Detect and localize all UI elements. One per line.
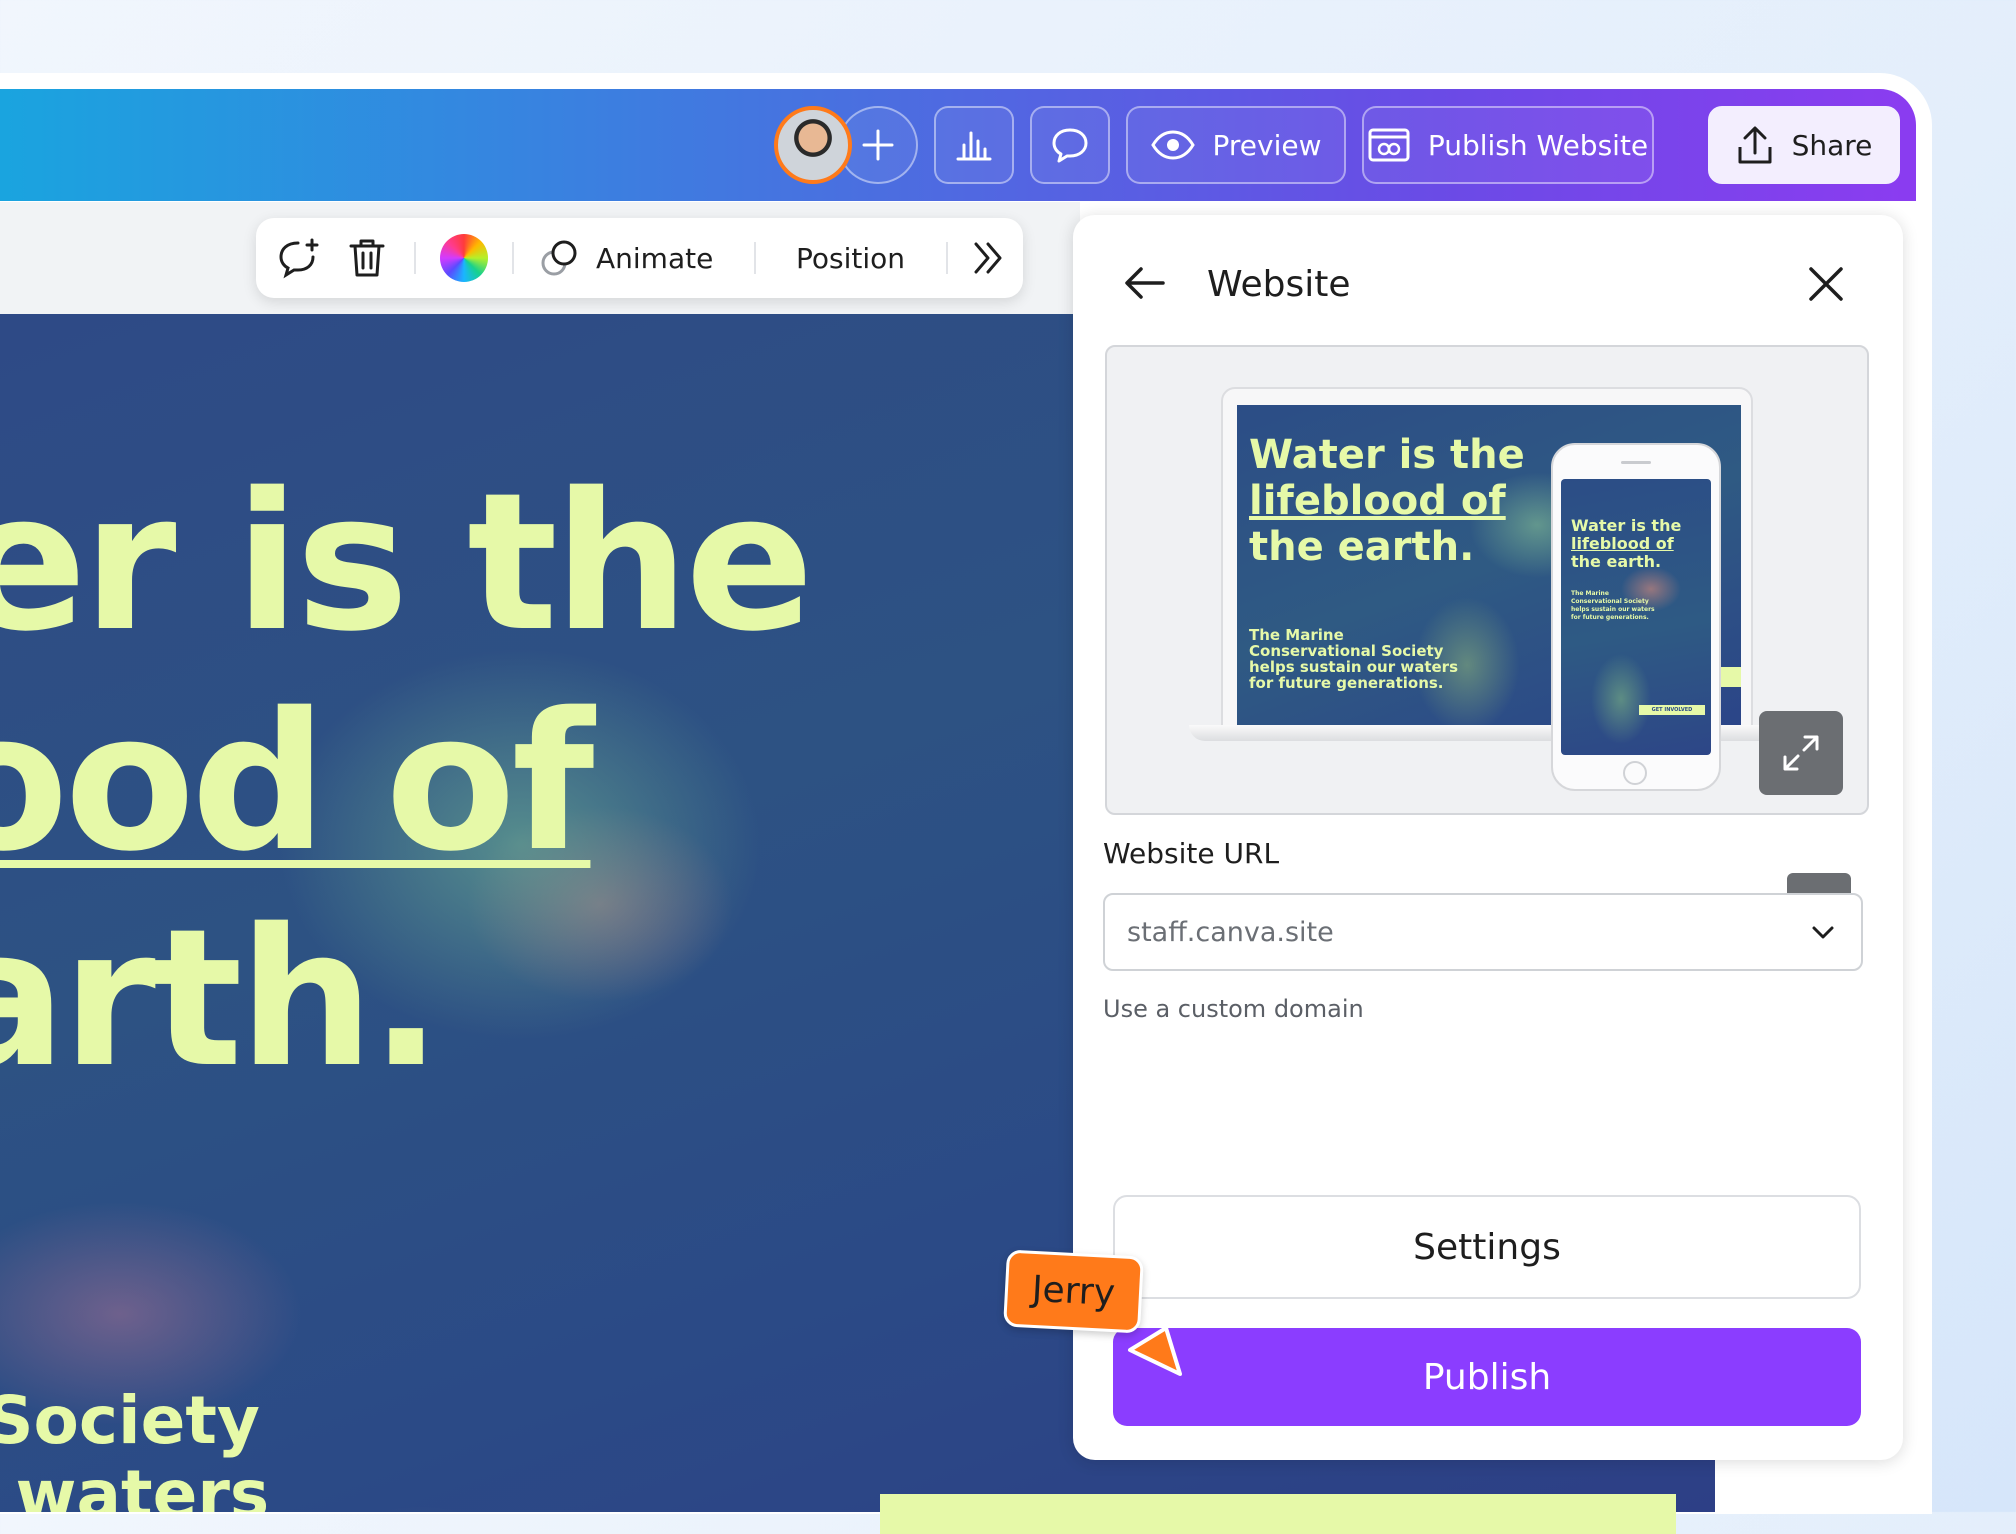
publish-website-label: Publish Website [1427, 128, 1649, 162]
website-url-dropdown[interactable]: staff.canva.site [1103, 893, 1863, 971]
hero-line-1: er is the [0, 452, 814, 673]
url-tooltip-tab [1787, 873, 1851, 893]
expand-icon [1783, 735, 1819, 771]
phone-body-line-1: The Marine [1571, 590, 1609, 597]
comment-add-icon [279, 238, 319, 279]
comment-button[interactable] [1030, 106, 1110, 184]
color-wheel-icon [440, 234, 488, 282]
publish-website-button[interactable]: Publish Website [1362, 106, 1654, 184]
hero-line-3: arth. [0, 888, 442, 1109]
delete-button[interactable] [348, 237, 386, 279]
close-button[interactable] [1807, 265, 1845, 307]
collaborator-cursor-name: Jerry [1030, 1268, 1117, 1315]
publish-button[interactable]: Publish [1113, 1328, 1861, 1426]
toolbar-divider [946, 242, 948, 274]
canvas-button-shape [880, 1494, 1676, 1534]
back-button[interactable] [1123, 265, 1167, 305]
position-label: Position [796, 241, 906, 275]
phone-speaker [1621, 461, 1651, 464]
animate-button[interactable]: Animate [538, 237, 713, 279]
phone-screen: Water is the lifeblood of the earth. The… [1561, 479, 1711, 755]
plus-icon [862, 129, 894, 161]
eye-icon [1150, 130, 1195, 160]
subtitle-line-2: r waters [0, 1456, 270, 1513]
share-button[interactable]: Share [1708, 106, 1900, 184]
phone-cta: GET INVOLVED [1639, 705, 1705, 715]
close-icon [1809, 267, 1843, 301]
upload-icon [1738, 126, 1772, 164]
add-comment-button[interactable] [276, 237, 320, 279]
toolbar-divider [414, 242, 416, 274]
collaborator-cursor-label: Jerry [1003, 1249, 1144, 1334]
laptop-title-line-3: the earth. [1249, 524, 1475, 570]
laptop-title-line-2: lifeblood of [1249, 478, 1506, 524]
expand-preview-button[interactable] [1759, 711, 1843, 795]
phone-home-button [1623, 761, 1647, 785]
laptop-body-line-4: for future generations. [1249, 674, 1444, 692]
element-toolbar: Animate Position [256, 218, 1023, 298]
hero-line-2: ood of [0, 672, 594, 893]
arrow-left-icon [1125, 267, 1165, 299]
phone-title-line-2: lifeblood of [1571, 534, 1674, 553]
share-label: Share [1791, 128, 1873, 162]
trash-icon [349, 239, 385, 277]
position-button[interactable]: Position [796, 242, 905, 275]
bar-chart-icon [956, 131, 992, 161]
toolbar-divider [754, 242, 756, 274]
color-picker-button[interactable] [440, 234, 488, 282]
collaborator-avatar[interactable] [774, 106, 852, 184]
website-panel: Website Water is the lifeblood of the ea… [1073, 215, 1903, 1460]
custom-domain-link[interactable]: Use a custom domain [1103, 995, 1364, 1023]
phone-body-line-3: helps sustain our waters [1571, 606, 1655, 613]
website-preview: Water is the lifeblood of the earth. The… [1105, 345, 1869, 815]
settings-button[interactable]: Settings [1113, 1195, 1861, 1299]
double-chevron-right-icon [974, 242, 1002, 274]
settings-label: Settings [1413, 1226, 1561, 1268]
phone-body-line-2: Conservational Society [1571, 598, 1649, 605]
website-url-label: Website URL [1103, 837, 1280, 870]
more-options-button[interactable] [972, 240, 1006, 276]
phone-title-line-1: Water is the [1571, 516, 1682, 535]
phone-cta-label: GET INVOLVED [1651, 707, 1693, 713]
url-value: staff.canva.site [1127, 916, 1334, 948]
website-link-icon [1368, 128, 1410, 162]
publish-label: Publish [1422, 1356, 1552, 1398]
insights-button[interactable] [934, 106, 1014, 184]
phone-title-line-3: the earth. [1571, 552, 1662, 571]
phone-body-line-4: for future generations. [1571, 614, 1649, 621]
animate-icon [541, 240, 577, 276]
phone-mockup: Water is the lifeblood of the earth. The… [1551, 443, 1721, 791]
preview-label: Preview [1212, 128, 1322, 162]
chevron-down-icon [1812, 926, 1834, 939]
toolbar-divider [512, 242, 514, 274]
panel-title: Website [1207, 264, 1351, 305]
preview-button[interactable]: Preview [1126, 106, 1346, 184]
speech-bubble-icon [1052, 128, 1088, 163]
subtitle-line-1: Society [0, 1382, 260, 1459]
animate-label: Animate [596, 241, 714, 275]
laptop-title-line-1: Water is the [1249, 432, 1525, 478]
